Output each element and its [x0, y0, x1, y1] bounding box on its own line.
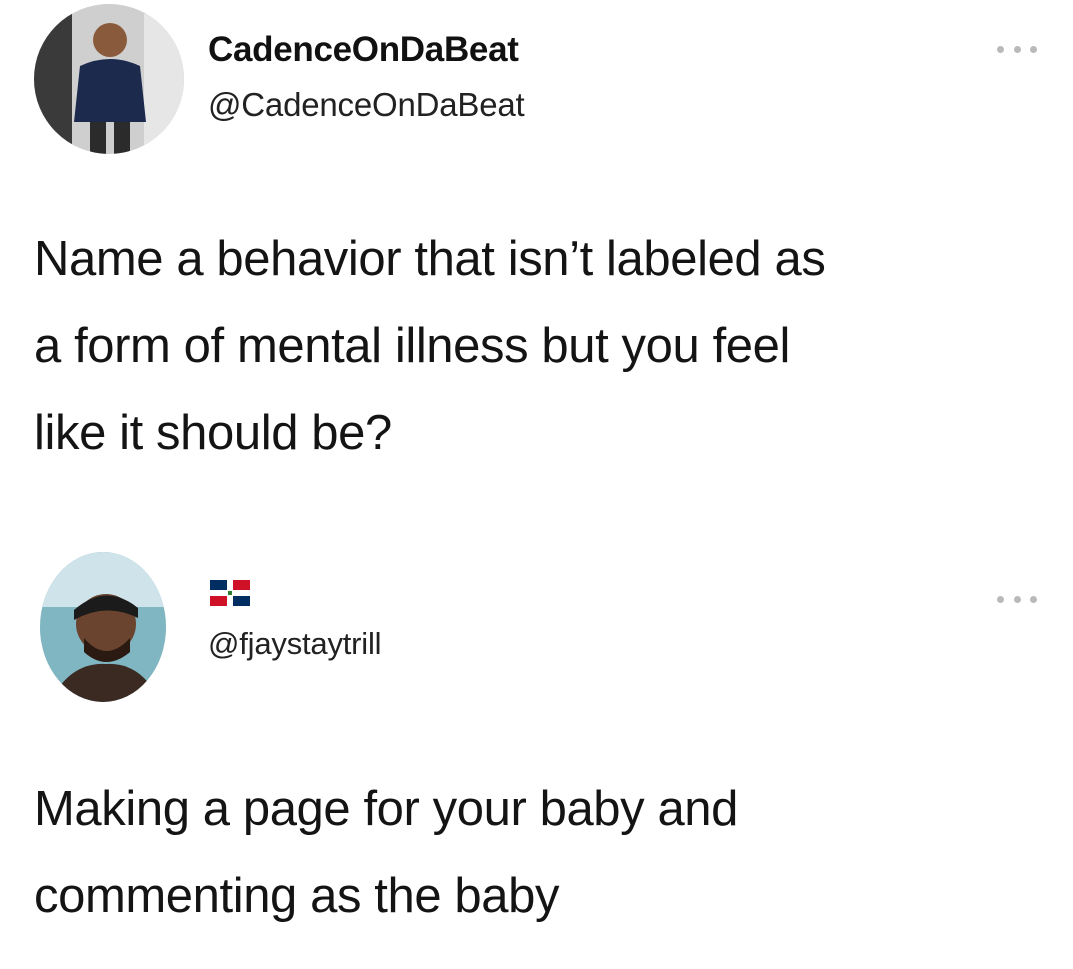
- dominican-republic-flag-icon: [210, 580, 250, 606]
- avatar[interactable]: [40, 552, 166, 702]
- dot: [1013, 45, 1021, 53]
- profile-photo-icon: [40, 552, 166, 702]
- more-horizontal-icon[interactable]: [997, 592, 1037, 606]
- display-name[interactable]: CadenceOnDaBeat: [208, 30, 519, 70]
- handle[interactable]: @CadenceOnDaBeat: [208, 86, 525, 124]
- profile-photo-icon: [34, 4, 184, 154]
- tweet-text-line: Making a page for your baby and: [34, 782, 739, 836]
- tweet-text-line: commenting as the baby: [34, 869, 560, 923]
- tweet-text-line: Name a behavior that isn’t labeled as: [34, 232, 826, 286]
- avatar[interactable]: [34, 4, 184, 154]
- tweet: @fjaystaytrill Making a page for your ba…: [0, 540, 1073, 969]
- dot: [1030, 595, 1037, 603]
- tweet-text: Name a behavior that isn’t labeled as a …: [34, 216, 1044, 477]
- tweet-text: Making a page for your baby and commenti…: [34, 766, 1044, 940]
- dot: [1030, 45, 1037, 53]
- dot: [997, 595, 1004, 603]
- tweet: CadenceOnDaBeat @CadenceOnDaBeat Name a …: [0, 0, 1073, 520]
- dot: [1013, 595, 1021, 603]
- tweet-text-line: like it should be?: [34, 406, 392, 460]
- handle[interactable]: @fjaystaytrill: [208, 626, 382, 662]
- more-horizontal-icon[interactable]: [997, 42, 1037, 56]
- tweet-text-line: a form of mental illness but you feel: [34, 319, 790, 373]
- dot: [997, 45, 1004, 53]
